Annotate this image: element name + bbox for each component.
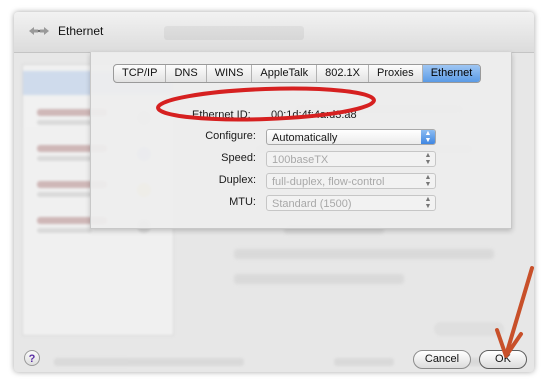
network-arrows-icon — [29, 27, 49, 35]
tab-ethernet[interactable]: Ethernet — [422, 65, 481, 82]
configure-popup[interactable]: Automatically ▲ ▼ — [266, 129, 436, 145]
duplex-popup[interactable]: full-duplex, flow-control ▲ ▼ — [266, 173, 436, 189]
window-titlebar: Ethernet — [14, 12, 534, 53]
cancel-button[interactable]: Cancel — [413, 350, 471, 369]
speed-row: Speed: — [164, 150, 256, 168]
tab-dns[interactable]: DNS — [166, 65, 207, 82]
ethernet-id-value: 00:1d:4f:4a:d3:a8 — [271, 109, 357, 121]
speed-value: 100baseTX — [272, 154, 329, 166]
tab-tcpip[interactable]: TCP/IP — [114, 65, 167, 82]
chevron-updown-icon: ▲ ▼ — [424, 196, 432, 210]
help-button[interactable]: ? — [24, 350, 40, 366]
chevron-updown-icon: ▲ ▼ — [424, 174, 432, 188]
configure-label: Configure: — [205, 130, 256, 142]
tab-8021x[interactable]: 802.1X — [317, 65, 369, 82]
network-preferences-window: Ethernet TCP/IP DNS WINS AppleTalk 802.1… — [14, 12, 534, 372]
ethernet-id-label: Ethernet ID: — [192, 109, 251, 121]
configure-row: Configure: — [164, 128, 256, 146]
mtu-value: Standard (1500) — [272, 198, 352, 210]
tab-wins[interactable]: WINS — [207, 65, 253, 82]
tab-bar: TCP/IP DNS WINS AppleTalk 802.1X Proxies… — [113, 64, 482, 83]
chevron-updown-icon: ▲ ▼ — [421, 130, 435, 144]
duplex-label: Duplex: — [218, 174, 256, 186]
mtu-label: MTU: — [229, 196, 256, 208]
duplex-row: Duplex: — [164, 172, 256, 190]
chevron-updown-icon: ▲ ▼ — [424, 152, 432, 166]
speed-popup[interactable]: 100baseTX ▲ ▼ — [266, 151, 436, 167]
window-title: Ethernet — [58, 24, 104, 38]
speed-label: Speed: — [221, 152, 256, 164]
tab-proxies[interactable]: Proxies — [369, 65, 423, 82]
location-popup-background — [164, 26, 304, 40]
mtu-popup[interactable]: Standard (1500) ▲ ▼ — [266, 195, 436, 211]
tab-appletalk[interactable]: AppleTalk — [252, 65, 318, 82]
duplex-value: full-duplex, flow-control — [272, 176, 385, 188]
mtu-row: MTU: — [164, 194, 256, 212]
ok-button[interactable]: OK — [479, 350, 527, 369]
advanced-button-background — [434, 322, 504, 336]
configure-value: Automatically — [272, 132, 338, 144]
